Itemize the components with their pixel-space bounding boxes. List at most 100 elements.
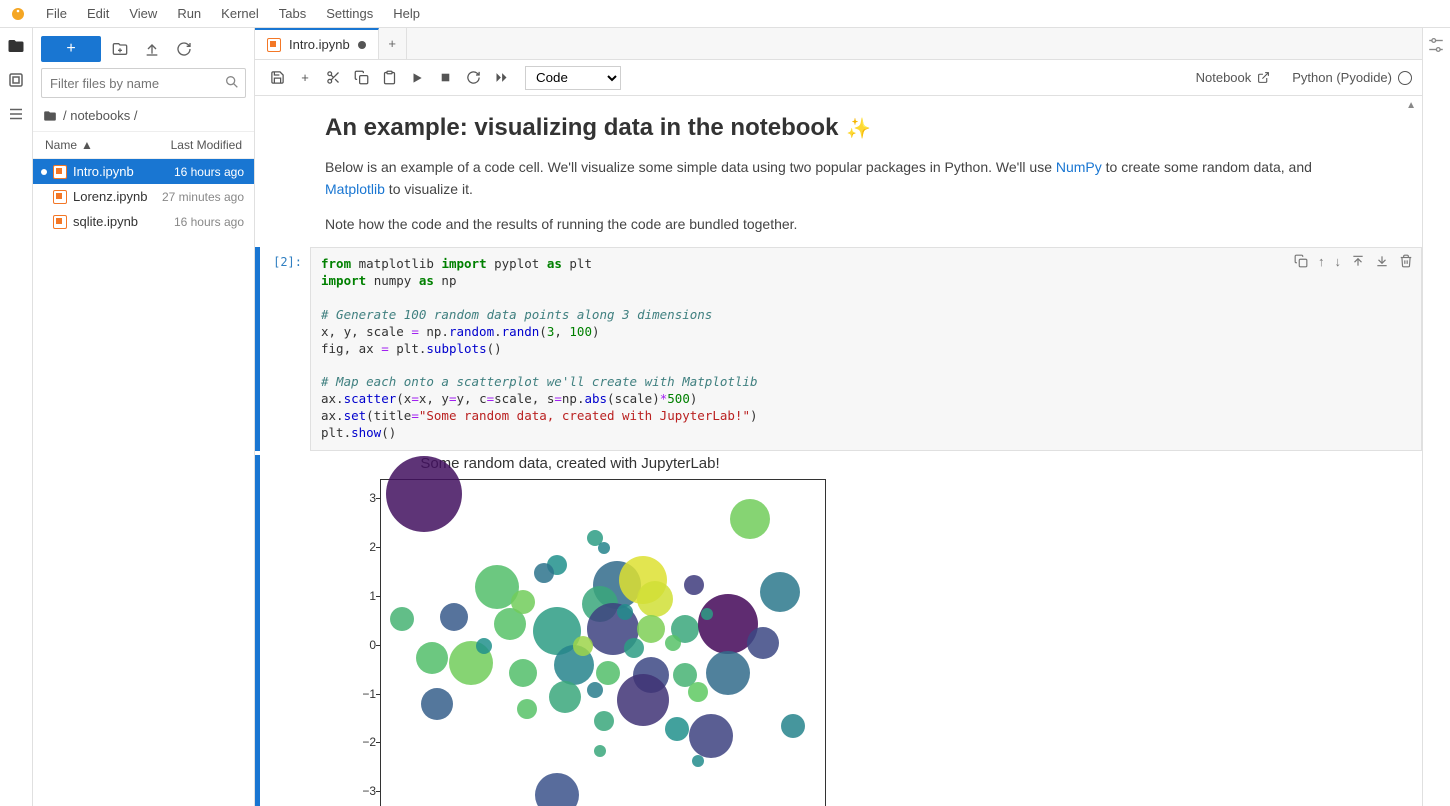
- running-icon[interactable]: [6, 70, 26, 90]
- kernel-indicator[interactable]: Python (Pyodide): [1292, 70, 1412, 85]
- file-name: Intro.ipynb: [73, 164, 134, 179]
- y-tick-label: 3: [310, 491, 376, 505]
- y-tick-label: 0: [310, 638, 376, 652]
- upload-icon[interactable]: [139, 36, 165, 62]
- scatter-point: [624, 638, 644, 658]
- modified-dot-icon: [358, 41, 366, 49]
- scatter-point: [517, 699, 537, 719]
- menu-help[interactable]: Help: [383, 2, 430, 25]
- scatter-point: [689, 714, 733, 758]
- file-browser: + / notebooks / Name ▲ Last Modified: [33, 28, 255, 806]
- move-down-icon[interactable]: ↓: [1335, 254, 1342, 269]
- menu-edit[interactable]: Edit: [77, 2, 119, 25]
- markdown-paragraph: Note how the code and the results of run…: [325, 213, 1352, 235]
- file-list: Intro.ipynb 16 hours ago Lorenz.ipynb 27…: [33, 159, 254, 806]
- notebook-toolbar: + CodeMarkdownRaw Notebook Python (Pyodi…: [255, 60, 1422, 96]
- chart-output: Some random data, created with JupyterLa…: [310, 455, 830, 806]
- scatter-point: [421, 688, 453, 720]
- filter-input[interactable]: [41, 68, 246, 98]
- y-tick-label: −1: [310, 687, 376, 701]
- menu-view[interactable]: View: [119, 2, 167, 25]
- delete-icon[interactable]: [1399, 254, 1413, 269]
- restart-icon[interactable]: [461, 66, 485, 90]
- notebook-icon: [53, 165, 67, 179]
- scatter-point: [701, 608, 713, 620]
- cell-prompt: [2]:: [260, 247, 310, 451]
- tab-title: Intro.ipynb: [289, 37, 350, 52]
- file-row[interactable]: Intro.ipynb 16 hours ago: [33, 159, 254, 184]
- menu-tabs[interactable]: Tabs: [269, 2, 316, 25]
- scroll-up-icon[interactable]: ▲: [1406, 100, 1416, 111]
- scatter-point: [747, 627, 779, 659]
- folder-icon[interactable]: [6, 36, 26, 56]
- scatter-point: [637, 581, 673, 617]
- scatter-point: [760, 572, 800, 612]
- move-up-icon[interactable]: ↑: [1318, 254, 1325, 269]
- file-row[interactable]: sqlite.ipynb 16 hours ago: [33, 209, 254, 234]
- open-notebook-button[interactable]: Notebook: [1196, 70, 1271, 85]
- activity-bar: [0, 28, 33, 806]
- code-editor[interactable]: ↑ ↓ from matplotlib import pyplot as plt…: [310, 247, 1422, 451]
- scatter-point: [617, 604, 633, 620]
- scatter-point: [511, 590, 535, 614]
- scatter-point: [665, 635, 681, 651]
- file-name: Lorenz.ipynb: [73, 189, 147, 204]
- breadcrumb[interactable]: / notebooks /: [33, 104, 254, 132]
- notebook-icon: [53, 190, 67, 204]
- markdown-heading: An example: visualizing data in the note…: [325, 114, 1352, 142]
- chart-title: Some random data, created with JupyterLa…: [310, 455, 830, 472]
- add-cell-icon[interactable]: +: [293, 66, 317, 90]
- scatter-point: [587, 682, 603, 698]
- cell-type-select[interactable]: CodeMarkdownRaw: [525, 66, 621, 90]
- insert-below-icon[interactable]: [1375, 254, 1389, 269]
- insert-above-icon[interactable]: [1351, 254, 1365, 269]
- file-modified-time: 16 hours ago: [174, 215, 244, 229]
- file-list-header[interactable]: Name ▲ Last Modified: [33, 132, 254, 159]
- new-folder-icon[interactable]: [107, 36, 133, 62]
- menu-run[interactable]: Run: [167, 2, 211, 25]
- toc-icon[interactable]: [6, 104, 26, 124]
- duplicate-icon[interactable]: [1294, 254, 1308, 269]
- scatter-point: [416, 642, 448, 674]
- scatter-point: [688, 682, 708, 702]
- refresh-icon[interactable]: [171, 36, 197, 62]
- file-row[interactable]: Lorenz.ipynb 27 minutes ago: [33, 184, 254, 209]
- scatter-point: [549, 681, 581, 713]
- y-tick-label: 1: [310, 589, 376, 603]
- stop-icon[interactable]: [433, 66, 457, 90]
- kernel-name: Python (Pyodide): [1292, 70, 1392, 85]
- output-cell: Some random data, created with JupyterLa…: [255, 455, 1422, 806]
- menu-kernel[interactable]: Kernel: [211, 2, 269, 25]
- run-all-icon[interactable]: [489, 66, 513, 90]
- property-inspector-icon[interactable]: [1427, 36, 1447, 56]
- scatter-point: [617, 674, 669, 726]
- notebook-icon: [267, 38, 281, 52]
- new-launcher-button[interactable]: +: [41, 36, 101, 62]
- save-icon[interactable]: [265, 66, 289, 90]
- cut-icon[interactable]: [321, 66, 345, 90]
- breadcrumb-path: / notebooks /: [63, 108, 137, 123]
- filter-input-wrap: [41, 68, 246, 98]
- menubar: FileEditViewRunKernelTabsSettingsHelp: [0, 0, 1450, 28]
- code-cell[interactable]: [2]: ↑ ↓ from matplotlib import: [255, 247, 1422, 451]
- scatter-point: [594, 745, 606, 757]
- scatter-point: [706, 651, 750, 695]
- paste-icon[interactable]: [377, 66, 401, 90]
- menu-settings[interactable]: Settings: [316, 2, 383, 25]
- sparkle-icon: ✨: [846, 116, 871, 141]
- copy-icon[interactable]: [349, 66, 373, 90]
- scatter-point: [476, 638, 492, 654]
- tab-intro[interactable]: Intro.ipynb: [255, 28, 379, 59]
- scatter-point: [596, 661, 620, 685]
- matplotlib-link[interactable]: Matplotlib: [325, 181, 385, 197]
- kernel-status-icon: [1398, 71, 1412, 85]
- scatter-point: [386, 456, 462, 532]
- scatter-point: [598, 542, 610, 554]
- run-icon[interactable]: [405, 66, 429, 90]
- main-area: Intro.ipynb + + CodeMarkdownRaw Notebook: [255, 28, 1422, 806]
- new-tab-button[interactable]: +: [379, 28, 407, 59]
- modified-dot-icon: [41, 169, 47, 175]
- numpy-link[interactable]: NumPy: [1056, 159, 1102, 175]
- menu-file[interactable]: File: [36, 2, 77, 25]
- heading-text: An example: visualizing data in the note…: [325, 114, 838, 142]
